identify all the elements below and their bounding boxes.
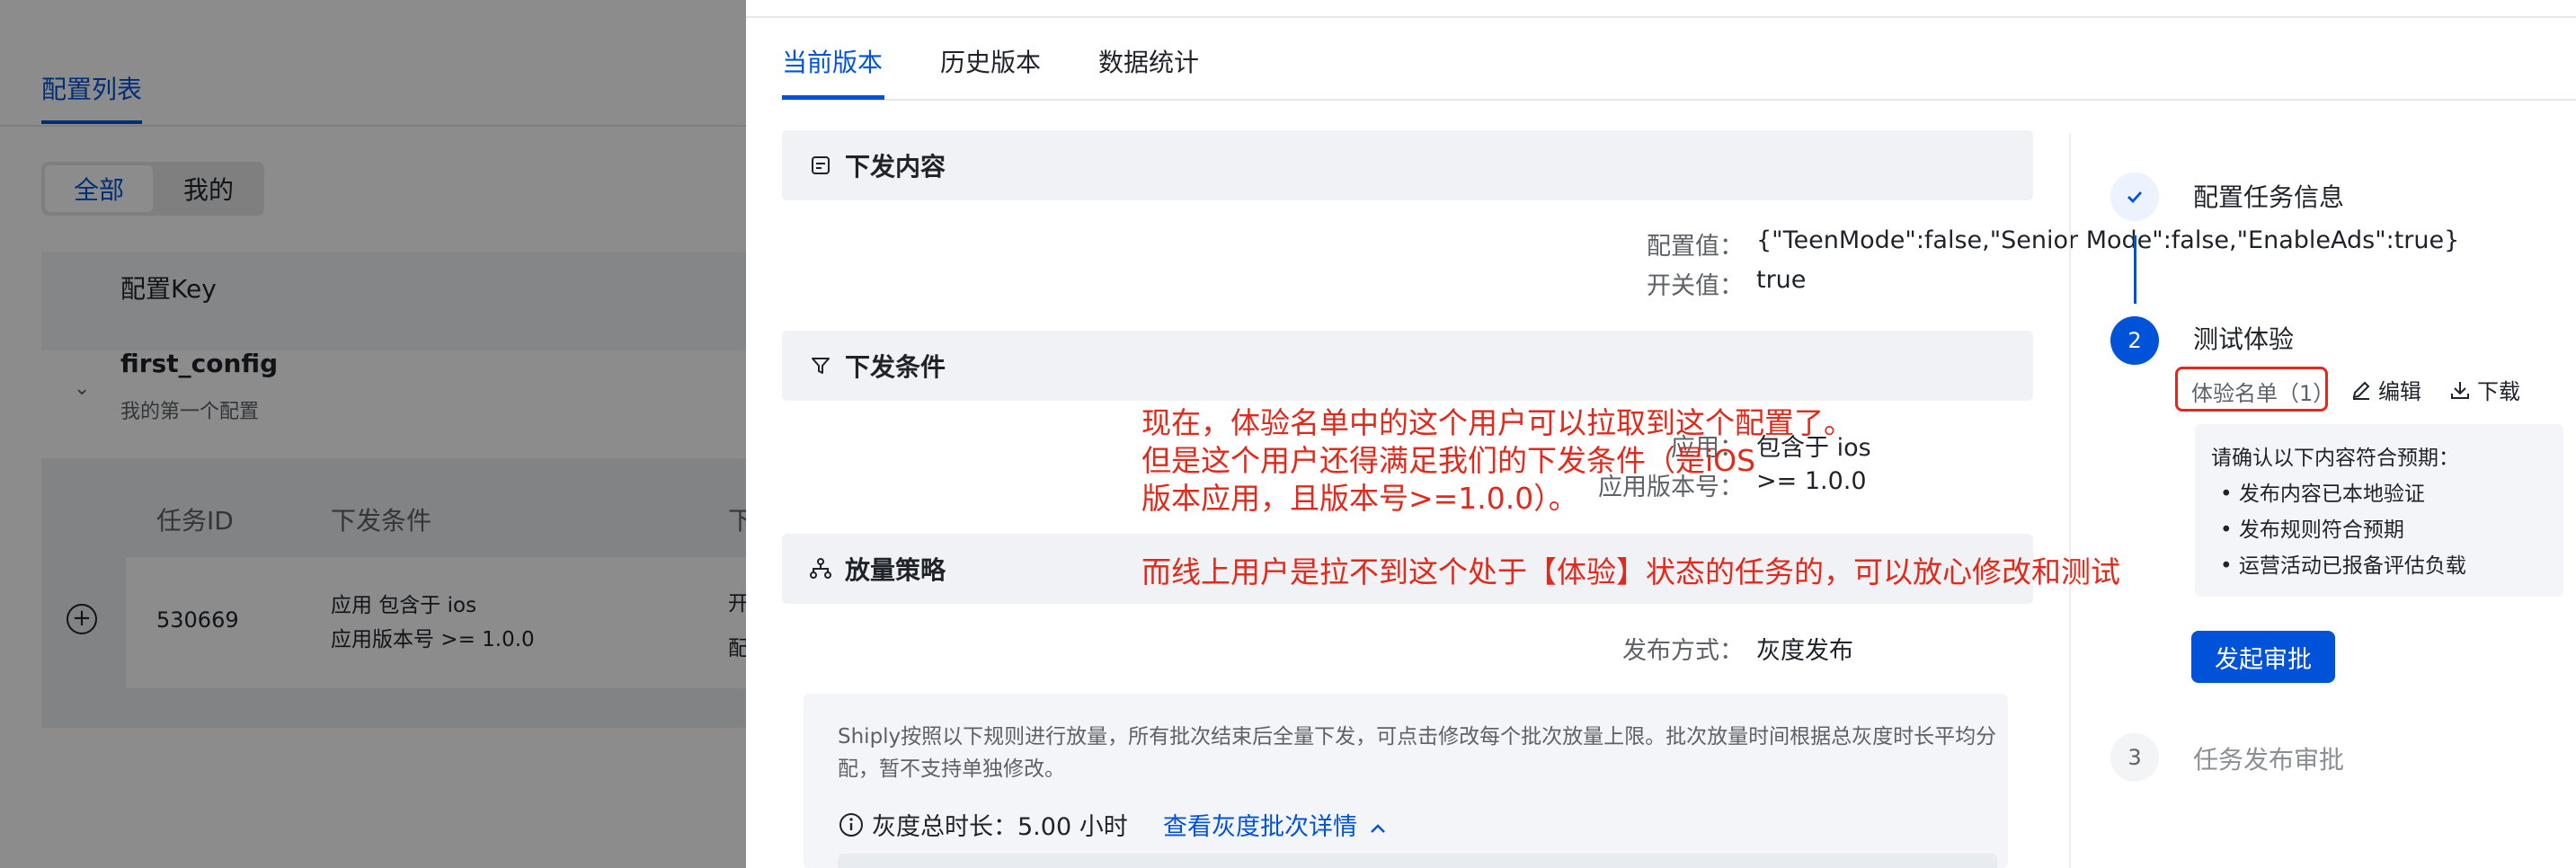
list-item: • 发布规则符合预期: [2220, 518, 2404, 542]
step1-title: 配置任务信息: [2193, 182, 2345, 212]
annotation-line1: 现在，体验名单中的这个用户可以拉取到这个配置了。: [1141, 405, 1853, 440]
drawer-top-divider: [746, 16, 2576, 18]
checklist-title: 请确认以下内容符合预期：: [2211, 447, 2459, 470]
method-value: 灰度发布: [1756, 637, 1853, 665]
switch-value: true: [1756, 266, 1807, 294]
edit-icon: [2349, 378, 2373, 402]
batch-detail-link-text[interactable]: 查看灰度批次详情: [1163, 813, 1357, 841]
tab-statistics[interactable]: 数据统计: [1098, 43, 1199, 79]
duration-value: 5.00 小时: [1017, 813, 1128, 841]
list-item: • 发布内容已本地验证: [2220, 483, 2425, 506]
method-label: 发布方式：: [1622, 637, 1744, 665]
filter-icon: [807, 352, 834, 379]
config-value-label: 配置值：: [1647, 233, 1744, 261]
step1-check-icon: [2110, 173, 2159, 221]
step3-title: 任务发布审批: [2193, 745, 2345, 775]
document-icon: [807, 152, 834, 179]
step2-title: 测试体验: [2193, 324, 2295, 354]
hierarchy-icon: [807, 555, 834, 582]
experience-list-tag[interactable]: 体验名单（1）: [2191, 376, 2334, 407]
tab-current-version[interactable]: 当前版本: [782, 43, 883, 79]
annotation-line4: 而线上用户是拉不到这个处于【体验】状态的任务的，可以放心修改和测试: [1141, 554, 2120, 589]
content-section-header: 下发内容: [782, 130, 2033, 200]
step3-number: 3: [2110, 733, 2159, 782]
batch-table-top: [838, 854, 1997, 868]
annotation-line2: 但是这个用户还得满足我们的下发条件（是iOS: [1141, 443, 1756, 478]
tab-history-version[interactable]: 历史版本: [940, 43, 1041, 79]
checklist-item-text: 发布规则符合预期: [2238, 518, 2404, 542]
download-label[interactable]: 下载: [2477, 374, 2520, 405]
condition-section-header: 下发条件: [782, 331, 2033, 401]
steps-divider: [2069, 133, 2071, 868]
annotation-line3: 版本应用，且版本号>=1.0.0）。: [1141, 481, 1578, 516]
config-value: {"TeenMode":false,"Senior Mode":false,"E…: [1756, 226, 2460, 254]
modal-mask[interactable]: [0, 0, 746, 868]
download-button[interactable]: 下载: [2448, 374, 2520, 405]
strategy-section-title: 放量策略: [845, 555, 946, 585]
checklist-item-text: 运营活动已报备评估负载: [2238, 554, 2466, 578]
chevron-up-icon[interactable]: [1369, 813, 1387, 841]
edit-label[interactable]: 编辑: [2378, 374, 2421, 405]
switch-value-label: 开关值：: [1647, 272, 1744, 300]
submit-approval-button[interactable]: 发起审批: [2191, 631, 2335, 683]
condition-section-title: 下发条件: [845, 352, 946, 382]
step2-number: 2: [2110, 316, 2159, 365]
duration-row: 灰度总时长： 5.00 小时: [838, 807, 1128, 842]
info-circle-icon: [838, 811, 865, 838]
step-connector: [2134, 235, 2136, 304]
strategy-note-text: Shiply按照以下规则进行放量，所有批次结束后全量下发，可点击修改每个批次放量…: [838, 725, 1997, 781]
duration-label: 灰度总时长：: [872, 813, 1017, 841]
checklist-item-text: 发布内容已本地验证: [2238, 483, 2425, 506]
tabs-divider: [782, 99, 2576, 101]
edit-button[interactable]: 编辑: [2349, 374, 2421, 405]
background-page: 配置列表 全部 我的 配置Key ⌄ first_config 我的第一个配置 …: [0, 0, 746, 868]
batch-detail-link[interactable]: 查看灰度批次详情: [1163, 807, 1387, 842]
list-item: • 运营活动已报备评估负载: [2220, 554, 2466, 578]
active-tab-underline: [782, 95, 884, 100]
version-value: >= 1.0.0: [1756, 467, 1867, 495]
content-section-title: 下发内容: [845, 152, 946, 182]
download-icon: [2448, 378, 2472, 402]
